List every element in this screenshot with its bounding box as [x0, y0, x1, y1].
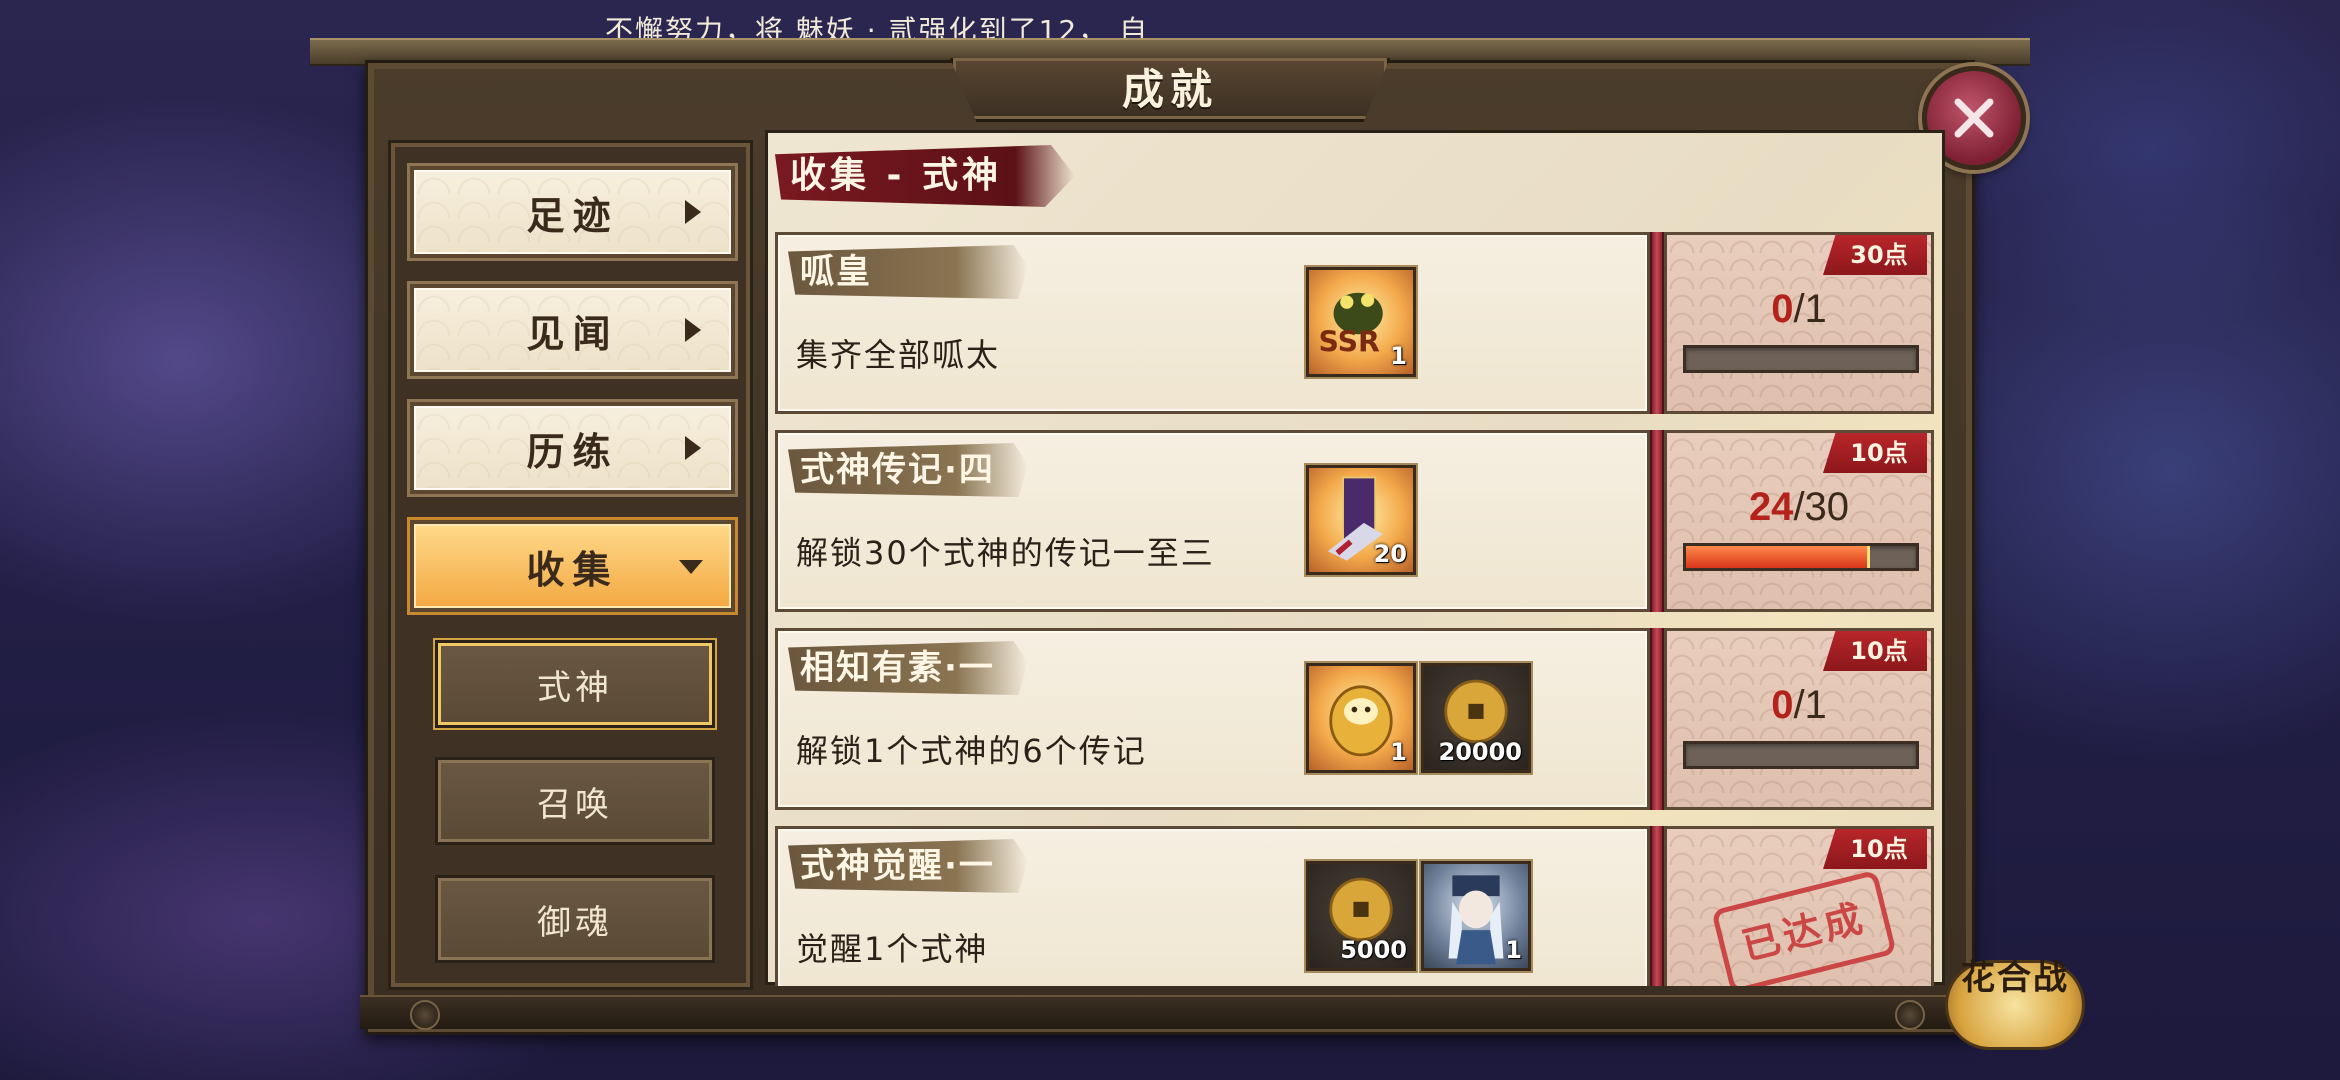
achievement-card: 式神觉醒·一 觉醒1个式神 5000 1 10点 已达成 — [775, 826, 1935, 986]
reward-item[interactable]: 5000 — [1306, 861, 1416, 971]
reward-item[interactable]: 20000 — [1421, 663, 1531, 773]
completed-stamp: 已达成 — [1711, 869, 1897, 986]
achievement-card: 呱皇 集齐全部呱太 SSR 1 30点 0/1 — [775, 232, 1935, 414]
achievement-title: 呱皇 — [800, 252, 872, 292]
card-divider — [1650, 628, 1664, 810]
category-label: 见闻 — [526, 311, 619, 356]
progress-total: /1 — [1793, 287, 1827, 331]
page-title: 成就 — [1121, 65, 1218, 114]
progress-panel: 10点 0/1 — [1664, 628, 1934, 810]
rail-knob — [410, 1000, 440, 1030]
achievement-body: 相知有素·一 解锁1个式神的6个传记 1 20000 — [775, 628, 1650, 810]
category-tab-knowledge[interactable]: 见闻 — [410, 284, 735, 376]
achievement-description: 解锁30个式神的传记一至三 — [796, 534, 1215, 572]
subtab-shikigami[interactable]: 式神 — [435, 640, 715, 728]
progress-current: 0 — [1771, 287, 1794, 331]
progress-total: /30 — [1793, 485, 1850, 529]
card-divider — [1650, 430, 1664, 612]
card-divider — [1650, 826, 1664, 986]
reward-item[interactable]: 20 — [1306, 465, 1416, 575]
reward-count: 5000 — [1340, 936, 1407, 964]
achievement-card: 相知有素·一 解锁1个式神的6个传记 1 20000 10点 0/1 — [775, 628, 1935, 810]
hanafuda-label: 花合战 — [1961, 958, 2069, 998]
svg-text:SSR: SSR — [1318, 325, 1380, 358]
progress-panel: 10点 已达成 — [1664, 826, 1934, 986]
category-label: 收集 — [526, 547, 619, 592]
subtab-summon[interactable]: 召唤 — [435, 757, 715, 845]
chevron-down-icon — [679, 560, 703, 574]
category-label: 历练 — [526, 429, 619, 474]
points-badge: 10点 — [1823, 631, 1927, 671]
reward-item[interactable]: SSR 1 — [1306, 267, 1416, 377]
progress-panel: 30点 0/1 — [1664, 232, 1934, 414]
progress-current: 0 — [1771, 683, 1794, 727]
achievement-description: 集齐全部呱太 — [796, 336, 1001, 374]
progress-text: 0/1 — [1667, 287, 1931, 332]
achievement-body: 式神传记·四 解锁30个式神的传记一至三 20 — [775, 430, 1650, 612]
category-label: 足迹 — [526, 193, 619, 238]
reward-count: 1 — [1390, 738, 1407, 766]
progress-bar — [1683, 543, 1919, 571]
reward-item[interactable]: 1 — [1306, 663, 1416, 773]
rail-knob — [1895, 1000, 1925, 1030]
chevron-right-icon — [685, 200, 701, 224]
chevron-right-icon — [685, 318, 701, 342]
achievement-body: 呱皇 集齐全部呱太 SSR 1 — [775, 232, 1650, 414]
progress-current: 24 — [1748, 485, 1794, 529]
reward-count: 20000 — [1438, 738, 1523, 766]
progress-bar — [1683, 741, 1919, 769]
reward-item[interactable]: 1 — [1421, 861, 1531, 971]
progress-panel: 10点 24/30 — [1664, 430, 1934, 612]
achievement-body: 式神觉醒·一 觉醒1个式神 5000 1 — [775, 826, 1650, 986]
category-tab-footprint[interactable]: 足迹 — [410, 166, 735, 258]
reward-count: 1 — [1390, 342, 1407, 370]
points-badge: 10点 — [1823, 433, 1927, 473]
category-tab-experience[interactable]: 历练 — [410, 402, 735, 494]
reward-count: 1 — [1505, 936, 1522, 964]
bottom-rail — [360, 995, 1980, 1029]
achievement-description: 觉醒1个式神 — [796, 930, 989, 968]
achievement-title: 式神传记·四 — [800, 450, 995, 490]
achievement-description: 解锁1个式神的6个传记 — [796, 732, 1147, 770]
progress-text: 0/1 — [1667, 683, 1931, 728]
progress-bar — [1683, 345, 1919, 373]
chevron-right-icon — [685, 436, 701, 460]
achievement-title: 式神觉醒·一 — [800, 846, 995, 886]
section-header: 收集 - 式神 — [790, 155, 1003, 196]
achievement-title: 相知有素·一 — [800, 648, 995, 688]
points-badge: 30点 — [1823, 235, 1927, 275]
close-icon — [1954, 98, 1994, 138]
reward-count: 20 — [1373, 540, 1407, 568]
card-divider — [1650, 232, 1664, 414]
category-tab-collection[interactable]: 收集 — [410, 520, 735, 612]
progress-total: /1 — [1793, 683, 1827, 727]
progress-text: 24/30 — [1667, 485, 1931, 530]
hanafuda-battle-button[interactable]: 花合战 — [1925, 952, 2100, 1062]
achievement-card: 式神传记·四 解锁30个式神的传记一至三 20 10点 24/30 — [775, 430, 1935, 612]
points-badge: 10点 — [1823, 829, 1927, 869]
progress-fill — [1686, 546, 1870, 568]
subtab-soul[interactable]: 御魂 — [435, 875, 715, 963]
